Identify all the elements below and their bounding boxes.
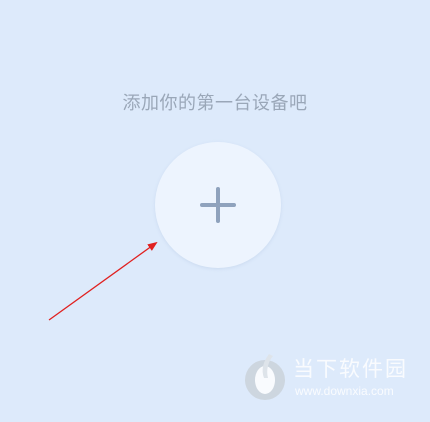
add-device-button[interactable]: [155, 142, 281, 268]
plus-icon: [200, 187, 236, 223]
watermark: 当下软件园 www.downxia.com: [243, 352, 418, 404]
downxia-logo-icon: [245, 354, 285, 400]
watermark-name: 当下软件园: [293, 357, 408, 381]
watermark-url: www.downxia.com: [295, 384, 394, 398]
add-first-device-prompt: 添加你的第一台设备吧: [122, 93, 308, 114]
